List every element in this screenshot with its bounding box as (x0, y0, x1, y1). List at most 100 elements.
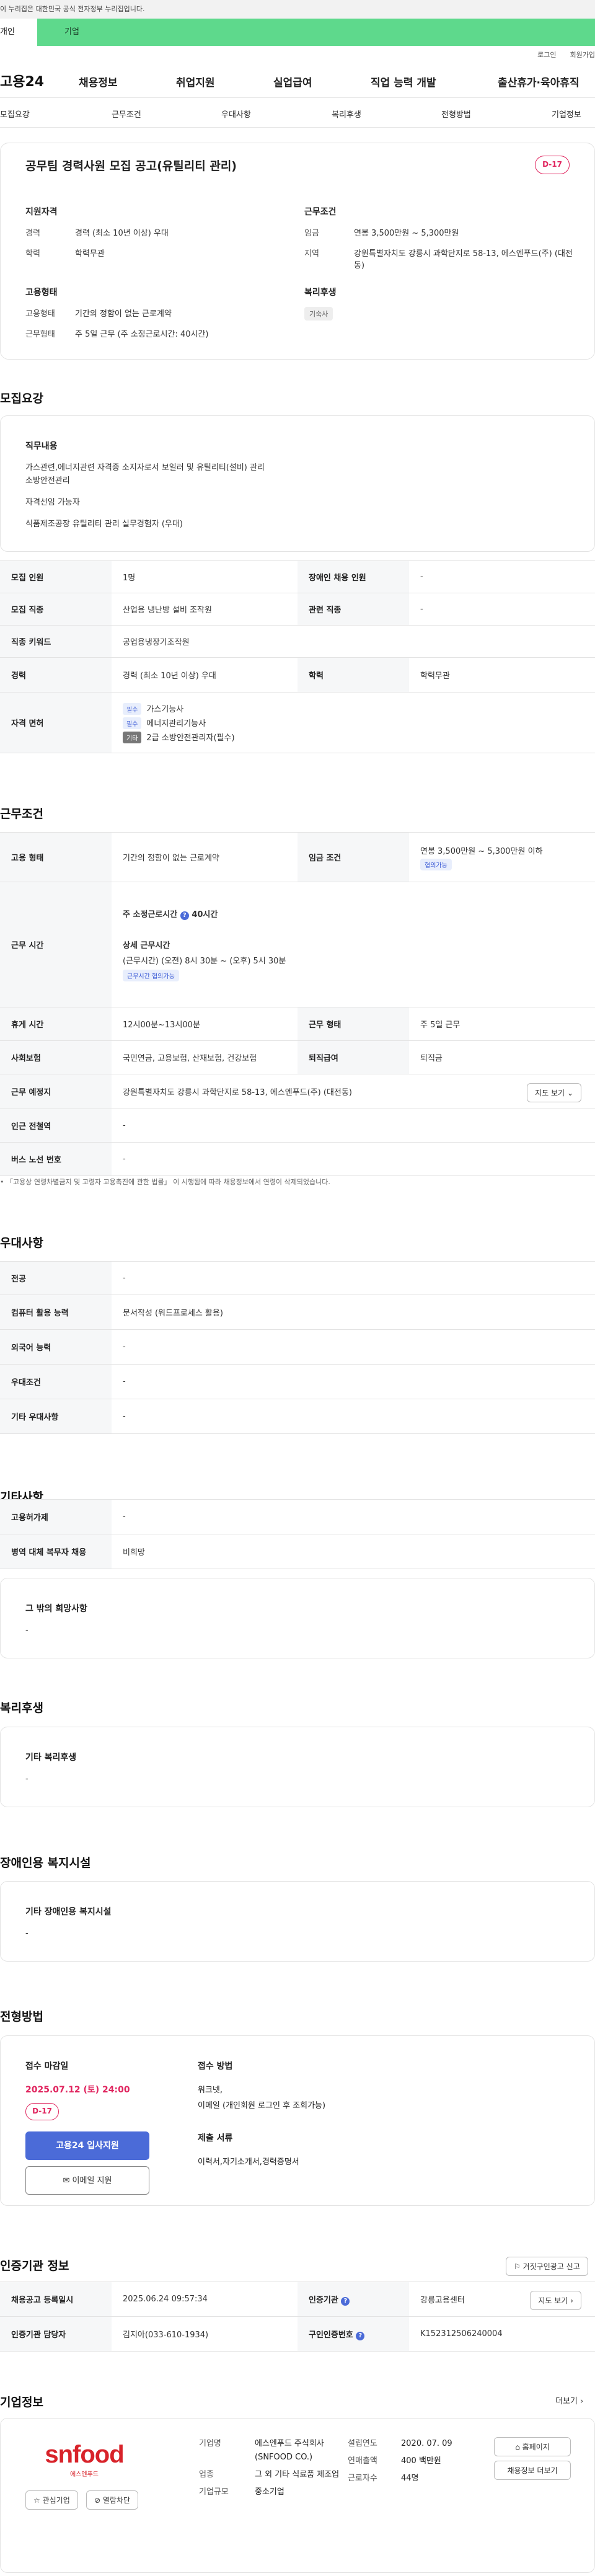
report-fake-ad-button[interactable]: ⚐ 거짓구인광고 신고 (506, 2257, 588, 2276)
company-more-label: 더보기 (555, 2397, 578, 2406)
cell-label: 외국어 능력 (0, 1329, 112, 1365)
join-link[interactable]: 회원가입 (570, 50, 595, 60)
deadline-title: 접수 마감일 (25, 2061, 69, 2071)
cell-label: 모집 직종 (0, 593, 112, 626)
cell-value: 김지아(033-610-1934) (112, 2316, 298, 2352)
cell-value: - (112, 1109, 595, 1143)
company-logo: snfood 에스엔푸드 (25, 2441, 143, 2478)
cell-label: 우대조건 (0, 1364, 112, 1399)
emp-row: 고용형태 기간의 정함이 없는 근로계약 (25, 307, 273, 319)
emp-title: 고용형태 (25, 288, 58, 298)
cell-value: - (112, 1399, 595, 1434)
email-apply-button[interactable]: ✉ 이메일 지원 (25, 2166, 149, 2195)
table-row: 전공 - (0, 1261, 595, 1295)
qual-row: 경력 경력 (최소 10년 이상) 우대 (25, 226, 273, 238)
cell-label: 근무 형태 (298, 1007, 409, 1041)
cell-value: 2025.06.24 09:57:34 (112, 2282, 298, 2317)
cell-label: 버스 노선 번호 (0, 1142, 112, 1176)
company-staff-label: 근로자수 (348, 2474, 377, 2484)
cell-label: 근무 예정지 (0, 1074, 112, 1109)
work-table: 고용 형태 기간의 정함이 없는 근로계약 임금 조건 연봉 3,500만원 ~… (0, 832, 595, 1176)
gnb-item-jobs[interactable]: 채용정보 (79, 74, 118, 89)
cell-label: 전공 (0, 1261, 112, 1295)
table-row: 우대조건 - (0, 1364, 595, 1399)
anchor-recruit[interactable]: 모집요강 (0, 108, 30, 120)
org-cell: 강릉고용센터 지도 보기 › (409, 2282, 595, 2317)
welfare-title: 복리후생 (304, 288, 337, 298)
table-row: 근무 예정지 강원특별자치도 강릉시 과학단지로 58-13, 에스엔푸드(주)… (0, 1074, 595, 1109)
etc-other-title: 그 밖의 희망사항 (25, 1604, 87, 1614)
method-block: 접수 방법 워크넷, 이메일 (개인회원 로그인 후 조회가능) 제출 서류 이… (198, 2060, 570, 2167)
chevron-down-icon: ⌄ (566, 1089, 573, 1097)
duty-line: 자격선임 가능자 (25, 497, 80, 507)
license-tag: 필수 (123, 702, 142, 715)
emp-value: 주 5일 근무 (주 소정근로시간: 40시간) (75, 330, 209, 339)
more-jobs-button[interactable]: 채용정보 더보기 (494, 2461, 571, 2480)
table-row: 사회보험 국민연금, 고용보험, 산재보험, 건강보험 퇴직급여 퇴직금 (0, 1040, 595, 1074)
report-icon: ⚐ (514, 2262, 521, 2271)
license-name: 가스기능사 (146, 704, 184, 714)
gnb-item-unemployment-benefit[interactable]: 실업급여 (273, 74, 312, 89)
cell-value: 학력무관 (409, 657, 595, 693)
interest-company-button[interactable]: ☆ 관심기업 (25, 2490, 78, 2510)
cond-row: 임금 연봉 3,500만원 ~ 5,300만원 (304, 226, 577, 238)
anchor-work[interactable]: 근무조건 (112, 108, 141, 120)
table-row: 컴퓨터 활용 능력 문서작성 (워드프로세스 활용) (0, 1295, 595, 1330)
info-icon[interactable]: ? (356, 2331, 365, 2340)
homepage-button[interactable]: ⌂ 홈페이지 (494, 2437, 571, 2456)
org-map-button[interactable]: 지도 보기 › (530, 2291, 581, 2310)
gnb-item-vocational-training[interactable]: 직업 능력 개발 (371, 74, 436, 89)
cond-row: 지역 강원특별자치도 강릉시 과학단지로 58-13, 에스엔푸드(주) (대전동… (304, 247, 577, 270)
table-row: 외국어 능력 - (0, 1329, 595, 1365)
table-row: 고용 형태 기간의 정함이 없는 근로계약 임금 조건 연봉 3,500만원 ~… (0, 832, 595, 882)
welfare-tag: 기숙사 (304, 307, 333, 321)
map-button[interactable]: 지도 보기 ⌄ (527, 1083, 581, 1102)
table-row: 자격 면허 필수 가스기능사 필수 에너지관리기능사 기타 2급 소방안전관리자(필수… (0, 692, 595, 753)
cond-key: 지역 (304, 249, 319, 259)
anchor-welfare[interactable]: 복리후생 (332, 108, 361, 120)
emp-value: 기간의 정함이 없는 근로계약 (75, 309, 172, 319)
login-link[interactable]: 로그인 (537, 50, 556, 60)
company-info-col2: 설립연도 2020. 07. 09 연매출액 400 백만원 근로자수 44명 (348, 2437, 478, 2485)
apply-button[interactable]: 고용24 입사지원 (25, 2131, 149, 2160)
cell-value: K152312506240004 (409, 2316, 595, 2352)
place-value: 강원특별자치도 강릉시 과학단지로 58-13, 에스엔푸드(주) (대전동) (123, 1088, 352, 1097)
cell-label: 고용허가제 (0, 1499, 112, 1534)
site-logo[interactable]: 고용24 (0, 71, 62, 91)
anchor-pref[interactable]: 우대사항 (221, 108, 251, 120)
table-row: 휴게 시간 12시00분~13시00분 근무 형태 주 5일 근무 (0, 1007, 595, 1041)
cell-label: 직종 키워드 (0, 625, 112, 658)
anchor-process[interactable]: 전형방법 (441, 108, 471, 120)
cell-label: 채용공고 등록일시 (0, 2282, 112, 2317)
process-heading: 전형방법 (0, 2010, 43, 2024)
cell-label: 임금 조건 (298, 832, 409, 882)
member-type-tabs: 개인 기업 (0, 19, 595, 46)
cell-label: 자격 면허 (0, 692, 112, 753)
block-company-button[interactable]: ⊘ 열람차단 (86, 2490, 139, 2510)
company-staff-value: 44명 (401, 2474, 419, 2484)
tab-personal[interactable]: 개인 (0, 19, 37, 46)
qual-row: 학력 학력무관 (25, 247, 273, 259)
cond-value: 강원특별자치도 강릉시 과학단지로 58-13, 에스엔푸드(주) (대전동) (354, 249, 573, 270)
cell-value: 비희망 (112, 1534, 595, 1569)
cell-value: 문서작성 (워드프로세스 활용) (112, 1295, 595, 1330)
disabled-box-value: - (25, 1929, 29, 1939)
anchor-company[interactable]: 기업정보 (552, 108, 581, 120)
welfare-heading: 복리후생 (0, 1701, 43, 1715)
gnb-item-parental-leave[interactable]: 출산휴가·육아휴직 (498, 74, 580, 89)
company-more-link[interactable]: 더보기 › (555, 2394, 583, 2406)
cell-label: 학력 (298, 657, 409, 693)
table-row: 근무 시간 주 소정근로시간 ? 40시간 상세 근무시간 (근무시간) (오전… (0, 882, 595, 1007)
tab-company[interactable]: 기업 (37, 19, 595, 46)
method-title: 접수 방법 (198, 2061, 233, 2071)
org-map-label: 지도 보기 (538, 2296, 568, 2305)
duty-line: 가스관련,에너지관련 자격증 소지자로서 보일러 및 유틸리티(설비) 관리 (25, 463, 265, 473)
table-row: 경력 경력 (최소 10년 이상) 우대 학력 학력무관 (0, 657, 595, 693)
question-icon[interactable]: ? (180, 911, 189, 920)
license-tag: 필수 (123, 717, 142, 729)
gnb-item-employment-support[interactable]: 취업지원 (176, 74, 215, 89)
age-notice: • 「고용상 연령차별금지 및 고령자 고용촉진에 관한 법률」 이 시행됨에 … (0, 1178, 330, 1186)
company-name-label: 기업명 (199, 2439, 221, 2448)
info-icon[interactable]: ? (341, 2296, 350, 2306)
emp-key: 고용형태 (25, 309, 55, 319)
